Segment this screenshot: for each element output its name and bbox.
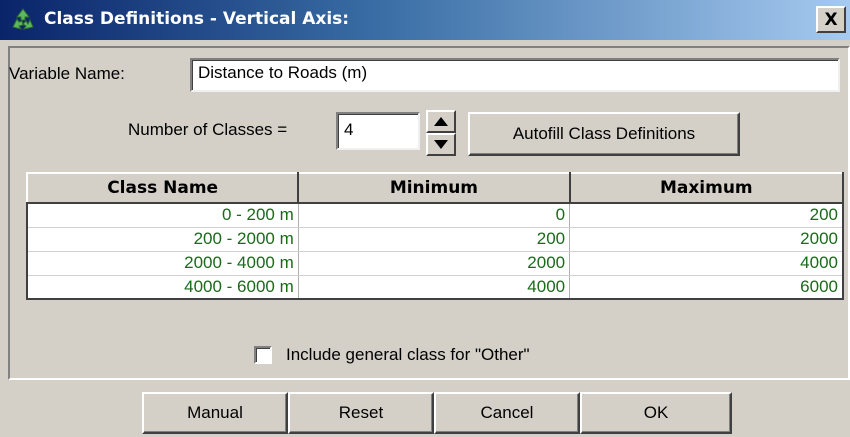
- arrow-up-icon: [434, 117, 448, 126]
- maximum-cell[interactable]: 2000: [569, 227, 844, 252]
- spin-down-button[interactable]: [426, 133, 456, 156]
- minimum-cell[interactable]: 4000: [298, 275, 571, 300]
- number-of-classes-field[interactable]: 4: [336, 112, 420, 150]
- minimum-cell[interactable]: 200: [298, 227, 571, 252]
- class-name-cell[interactable]: 2000 - 4000 m: [27, 251, 299, 276]
- table-row: 0 - 200 m 0 200: [27, 203, 844, 228]
- maximum-cell[interactable]: 4000: [569, 251, 844, 276]
- manual-button[interactable]: Manual: [142, 392, 288, 434]
- table-row: 4000 - 6000 m 4000 6000: [27, 275, 844, 300]
- autofill-class-definitions-button[interactable]: Autofill Class Definitions: [468, 112, 740, 156]
- include-other-class-checkbox[interactable]: [254, 346, 272, 364]
- table-row: 2000 - 4000 m 2000 4000: [27, 251, 844, 276]
- minimum-cell[interactable]: 2000: [298, 251, 571, 276]
- minimum-cell[interactable]: 0: [298, 203, 571, 228]
- table-row: 200 - 2000 m 200 2000: [27, 227, 844, 252]
- variable-name-field[interactable]: Distance to Roads (m): [190, 58, 840, 92]
- close-icon: X: [824, 9, 838, 30]
- cancel-button[interactable]: Cancel: [434, 392, 580, 434]
- maximum-cell[interactable]: 6000: [569, 275, 844, 300]
- title-bar: Class Definitions - Vertical Axis: X: [0, 0, 850, 40]
- column-header-minimum[interactable]: Minimum: [297, 172, 571, 204]
- table-header-row: Class Name Minimum Maximum: [25, 172, 845, 204]
- variable-name-label: Variable Name:: [9, 64, 125, 83]
- column-header-maximum[interactable]: Maximum: [568, 172, 845, 204]
- class-name-cell[interactable]: 200 - 2000 m: [27, 227, 299, 252]
- number-of-classes-stepper[interactable]: [426, 110, 456, 156]
- recycle-icon: [12, 8, 34, 30]
- spin-up-button[interactable]: [426, 110, 456, 133]
- number-of-classes-label: Number of Classes =: [128, 120, 288, 139]
- class-name-cell[interactable]: 0 - 200 m: [27, 203, 299, 228]
- close-button[interactable]: X: [816, 6, 846, 33]
- ok-button[interactable]: OK: [580, 392, 732, 434]
- maximum-cell[interactable]: 200: [569, 203, 844, 228]
- class-definitions-table: Class Name Minimum Maximum 0 - 200 m 0 2…: [25, 172, 845, 300]
- reset-button[interactable]: Reset: [288, 392, 434, 434]
- column-header-class-name[interactable]: Class Name: [25, 172, 300, 204]
- include-other-class-label: Include general class for "Other": [286, 345, 530, 364]
- class-name-cell[interactable]: 4000 - 6000 m: [27, 275, 299, 300]
- arrow-down-icon: [434, 140, 448, 149]
- window-title: Class Definitions - Vertical Axis:: [44, 9, 350, 29]
